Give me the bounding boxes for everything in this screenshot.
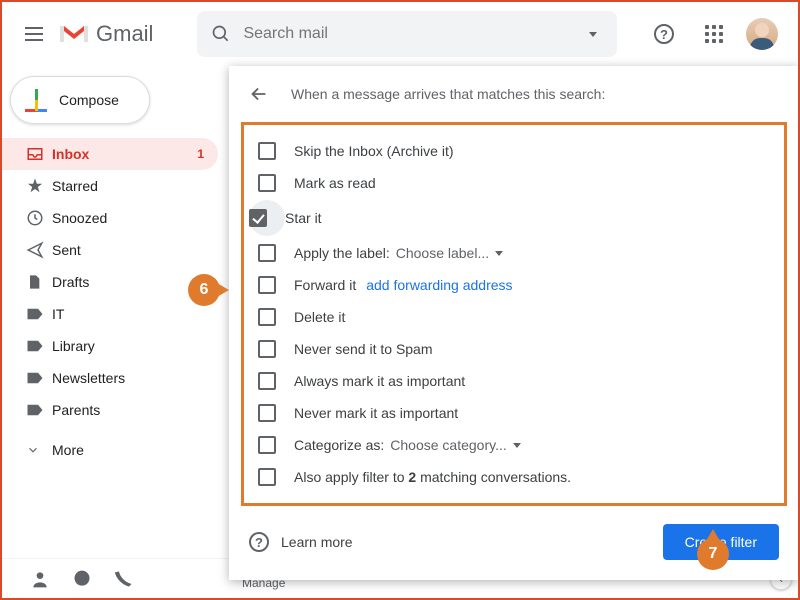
sidebar-more-label: More	[52, 442, 218, 458]
send-icon	[26, 241, 52, 259]
sidebar-item-starred[interactable]: Starred	[2, 170, 218, 202]
apps-grid-icon	[705, 25, 723, 43]
clock-icon	[26, 209, 52, 227]
option-categorize[interactable]: Categorize as:Choose category...	[246, 429, 782, 461]
phone-icon[interactable]	[114, 569, 134, 589]
search-bar[interactable]	[197, 11, 617, 57]
option-apply-label[interactable]: Apply the label:Choose label...	[246, 237, 782, 269]
help-icon: ?	[654, 24, 674, 44]
hamburger-icon	[25, 33, 43, 35]
app-header: Gmail ?	[2, 2, 798, 66]
checkbox[interactable]	[258, 308, 276, 326]
compose-label: Compose	[59, 92, 119, 108]
sidebar-more[interactable]: More	[2, 434, 218, 466]
checkbox-checked[interactable]	[249, 209, 267, 227]
plus-icon	[25, 89, 47, 111]
file-icon	[26, 273, 52, 291]
sidebar-item-label: Inbox	[52, 146, 197, 162]
checkbox[interactable]	[258, 468, 276, 486]
option-also-apply[interactable]: Also apply filter to 2 matching conversa…	[246, 461, 782, 493]
checkbox[interactable]	[258, 174, 276, 192]
chevron-down-icon	[26, 443, 52, 457]
add-forwarding-address-link[interactable]: add forwarding address	[366, 277, 512, 293]
label-icon	[26, 402, 52, 418]
filter-actions-panel: When a message arrives that matches this…	[229, 66, 799, 580]
help-icon: ?	[249, 532, 269, 552]
checkbox[interactable]	[258, 142, 276, 160]
sidebar-item-drafts[interactable]: Drafts	[2, 266, 218, 298]
search-options-dropdown-icon[interactable]	[579, 32, 607, 37]
app-name: Gmail	[96, 21, 153, 47]
checkbox[interactable]	[258, 372, 276, 390]
sidebar: Compose Inbox 1 Starred Snoozed Sent	[2, 66, 230, 598]
option-star-it[interactable]: Star it	[246, 199, 782, 237]
sidebar-item-label: Sent	[52, 242, 218, 258]
sidebar-item-sent[interactable]: Sent	[2, 234, 218, 266]
gmail-logo[interactable]: Gmail	[58, 21, 153, 47]
callout-7: 7	[697, 538, 729, 570]
back-button[interactable]	[245, 80, 273, 108]
checkbox[interactable]	[258, 244, 276, 262]
option-never-important[interactable]: Never mark it as important	[246, 397, 782, 429]
option-skip-inbox[interactable]: Skip the Inbox (Archive it)	[246, 135, 782, 167]
filter-options-box: Skip the Inbox (Archive it) Mark as read…	[241, 122, 787, 506]
sidebar-item-label: Starred	[52, 178, 218, 194]
sidebar-item-label: Parents	[52, 402, 218, 418]
support-button[interactable]: ?	[646, 16, 682, 52]
search-icon	[207, 24, 235, 44]
main-menu-button[interactable]	[14, 14, 54, 54]
hangouts-icon[interactable]	[72, 569, 92, 589]
filter-panel-heading: When a message arrives that matches this…	[291, 86, 605, 102]
account-avatar[interactable]	[746, 18, 778, 50]
sidebar-item-label: Snoozed	[52, 210, 218, 226]
label-icon	[26, 338, 52, 354]
gmail-m-icon	[58, 22, 90, 46]
sidebar-item-snoozed[interactable]: Snoozed	[2, 202, 218, 234]
option-mark-read[interactable]: Mark as read	[246, 167, 782, 199]
star-icon	[26, 177, 52, 195]
sidebar-item-label: IT	[52, 306, 218, 322]
hangouts-bar	[2, 558, 230, 598]
checkbox[interactable]	[258, 276, 276, 294]
sidebar-item-parents[interactable]: Parents	[2, 394, 218, 426]
option-forward-it[interactable]: Forward itadd forwarding address	[246, 269, 782, 301]
callout-6: 6	[188, 274, 220, 306]
sidebar-item-label: Library	[52, 338, 218, 354]
caret-down-icon	[495, 251, 503, 256]
checkbox[interactable]	[258, 436, 276, 454]
sidebar-item-it[interactable]: IT	[2, 298, 218, 330]
sidebar-item-inbox[interactable]: Inbox 1	[2, 138, 218, 170]
caret-down-icon	[513, 443, 521, 448]
learn-more-link[interactable]: ?Learn more	[249, 532, 353, 552]
sidebar-item-label: Newsletters	[52, 370, 218, 386]
option-delete-it[interactable]: Delete it	[246, 301, 782, 333]
checkbox[interactable]	[258, 340, 276, 358]
sidebar-item-library[interactable]: Library	[2, 330, 218, 362]
person-icon[interactable]	[30, 569, 50, 589]
choose-label-dropdown[interactable]: Choose label...	[396, 245, 503, 261]
compose-button[interactable]: Compose	[10, 76, 150, 124]
inbox-icon	[26, 145, 52, 163]
sidebar-item-newsletters[interactable]: Newsletters	[2, 362, 218, 394]
google-apps-button[interactable]	[696, 16, 732, 52]
checkbox[interactable]	[258, 404, 276, 422]
search-input[interactable]	[235, 25, 579, 43]
label-icon	[26, 306, 52, 322]
option-always-important[interactable]: Always mark it as important	[246, 365, 782, 397]
choose-category-dropdown[interactable]: Choose category...	[390, 437, 520, 453]
sidebar-item-count: 1	[197, 147, 204, 161]
option-never-spam[interactable]: Never send it to Spam	[246, 333, 782, 365]
label-icon	[26, 370, 52, 386]
